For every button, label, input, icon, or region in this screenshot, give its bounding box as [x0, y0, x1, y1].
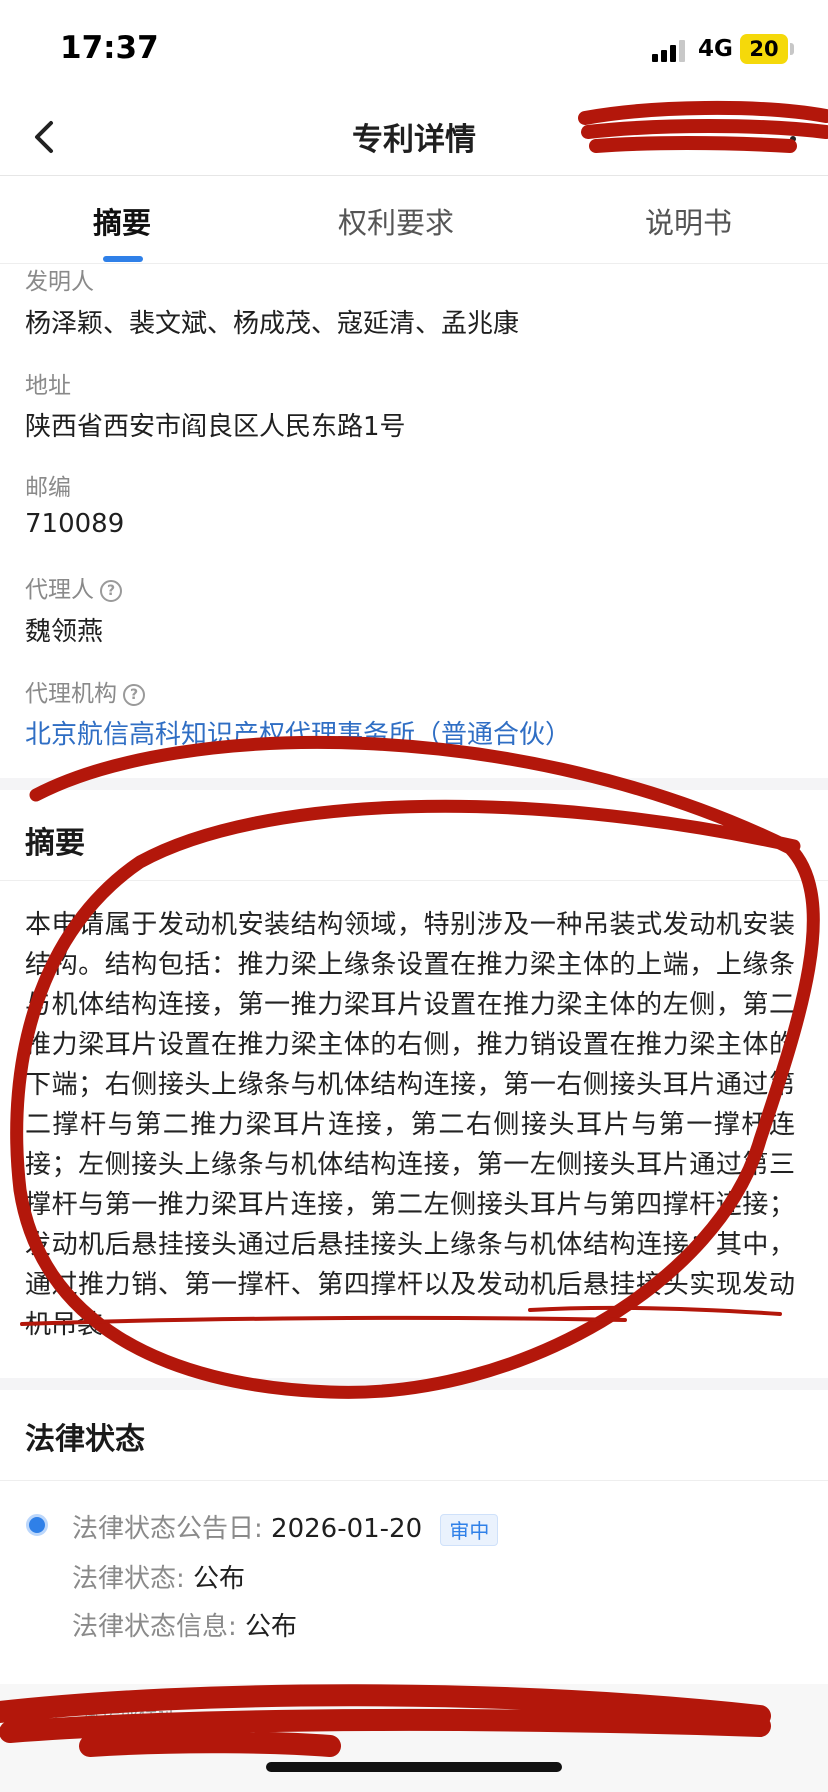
inventor-value: 杨泽颖、裴文斌、杨成茂、寇延清、孟兆康 [25, 309, 520, 339]
legal-status-label: 法律状态: [72, 1564, 185, 1594]
question-circle-icon[interactable]: ? [100, 579, 122, 602]
legal-info-row: 法律状态信息: 公布 [72, 1606, 297, 1643]
divider [0, 880, 828, 881]
tab-bar: 摘要 权利要求 说明书 [0, 176, 828, 264]
legal-date-label: 法律状态公告日: [72, 1514, 263, 1544]
legal-status-value: 公布 [193, 1564, 246, 1594]
status-time: 17:37 [60, 30, 159, 66]
tab-active-indicator [103, 256, 143, 262]
legal-info-label: 法律状态信息: [72, 1612, 237, 1642]
status-bar: 17:37 4G 20 [0, 0, 828, 100]
battery-cap [790, 43, 794, 55]
postcode-value: 710089 [25, 509, 125, 539]
tab-abstract[interactable]: 摘要 [93, 200, 151, 242]
inventor-label: 发明人 [25, 269, 94, 295]
battery-icon: 20 [740, 34, 788, 64]
nav-bar: 专利详情 [0, 100, 828, 176]
agency-label: 代理机构 [25, 681, 117, 707]
network-label: 4G [698, 36, 733, 62]
legal-date-value: 2026-01-20 [271, 1514, 423, 1544]
abstract-title: 摘要 [25, 826, 85, 861]
status-badge: 审中 [440, 1513, 499, 1546]
divider [0, 1480, 828, 1481]
agency-link[interactable]: 北京航信高科知识产权代理事务所（普通合伙） [25, 714, 571, 751]
question-circle-icon[interactable]: ? [123, 683, 145, 706]
address-value: 陕西省西安市阎良区人民东路1号 [25, 412, 406, 442]
legal-status-row: 法律状态: 公布 [72, 1558, 245, 1595]
agent-label: 代理人 [25, 577, 94, 603]
postcode-label: 邮编 [25, 475, 71, 501]
tab-claims[interactable]: 权利要求 [338, 200, 454, 242]
address-label: 地址 [25, 373, 71, 399]
section-divider [0, 1378, 828, 1390]
signal-icon [652, 40, 686, 62]
agency-label-row: 代理机构? [25, 674, 145, 708]
legal-status-title: 法律状态 [25, 1422, 145, 1457]
agent-label-row: 代理人? [25, 570, 122, 604]
tab-description[interactable]: 说明书 [645, 200, 732, 242]
abstract-text: 本申请属于发动机安装结构领域，特别涉及一种吊装式发动机安装结构。结构包括：推力梁… [25, 910, 795, 1340]
more-dots-icon[interactable] [778, 124, 808, 154]
disclaimer-text: 建议、承诺或保证 [25, 1704, 178, 1726]
home-indicator [266, 1762, 562, 1772]
legal-info-value: 公布 [245, 1612, 298, 1642]
disclaimer-footer: 建议、承诺或保证 [0, 1684, 828, 1792]
page-title: 专利详情 [352, 122, 476, 158]
agent-value: 魏领燕 [25, 617, 104, 647]
timeline-dot [26, 1514, 48, 1536]
section-divider [0, 778, 828, 790]
legal-date-row: 法律状态公告日: 2026-01-20 审中 [72, 1508, 499, 1546]
